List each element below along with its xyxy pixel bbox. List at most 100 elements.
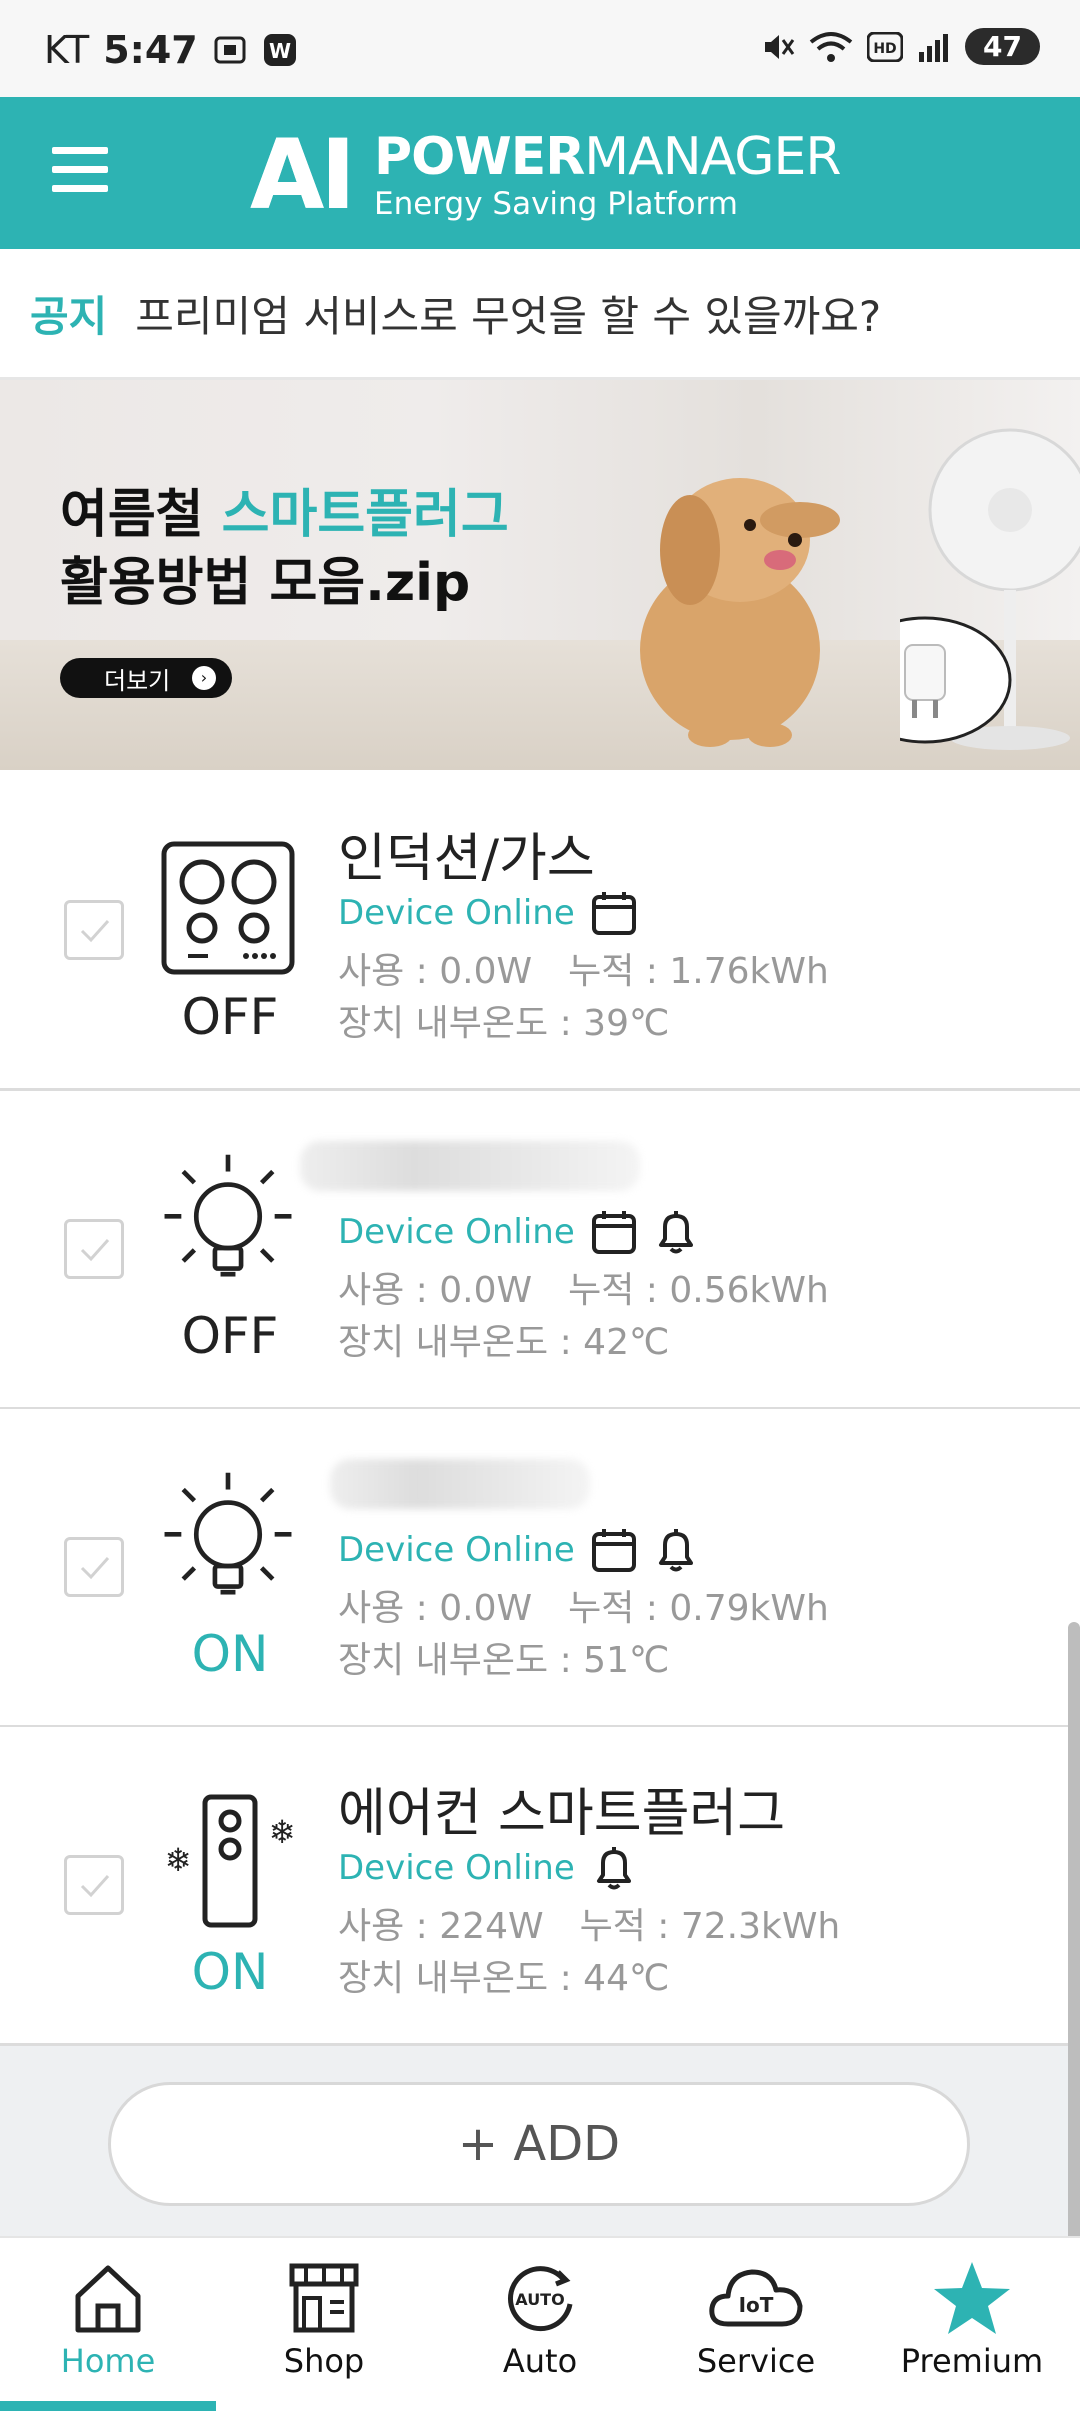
device-temperature: 장치 내부온도 : 42℃ (338, 1322, 670, 1363)
device-online-label: Device Online (338, 1212, 575, 1252)
device-usage-row: 사용 : 0.0W 누적 : 1.76kWh (338, 942, 865, 994)
light-bulb-icon (164, 1154, 292, 1277)
svg-text:W: W (269, 39, 291, 63)
device-power-state[interactable]: ON (130, 1625, 330, 1683)
logo-power: POWER (374, 126, 585, 187)
battery-indicator: 47 (965, 28, 1040, 65)
device-checkbox[interactable] (64, 1219, 124, 1279)
banner-headline-2: 활용방법 모음.zip (60, 553, 471, 613)
device-status-row: Device Online (338, 1845, 637, 1891)
device-card[interactable]: ON Device Online 사용 : 0.0W 누적 : 0.79kWh 장… (0, 1409, 1080, 1728)
signal-icon (919, 33, 949, 62)
air-conditioner-remote-icon: ❄ ❄ (165, 1794, 296, 1928)
device-online-label: Device Online (338, 1848, 575, 1888)
light-bulb-icon (164, 1472, 292, 1595)
device-checkbox[interactable] (64, 1537, 124, 1597)
device-status-row: Device Online (338, 890, 637, 936)
device-card[interactable]: OFF Device Online 사용 : 0.0W 누적 : 0.56kWh … (0, 1091, 1080, 1410)
bell-icon[interactable] (653, 1209, 699, 1255)
hamburger-menu-button[interactable] (52, 147, 108, 195)
add-device-button[interactable]: + ADD (108, 2082, 970, 2206)
nav-shop[interactable]: Shop (216, 2258, 432, 2380)
screenshot-icon (214, 36, 246, 64)
device-usage: 사용 : 0.0W (338, 1588, 533, 1629)
device-temperature: 장치 내부온도 : 51℃ (338, 1640, 670, 1681)
nav-home[interactable]: Home (0, 2258, 216, 2380)
scrollbar[interactable] (1068, 1622, 1080, 2312)
device-status-row: Device Online (338, 1209, 699, 1255)
device-name: 에어컨 스마트플러그 (338, 1784, 786, 1844)
menu-icon (52, 147, 108, 154)
active-tab-indicator (0, 2401, 216, 2411)
shop-icon (289, 2263, 359, 2333)
device-cumulative: 누적 : 72.3kWh (579, 1906, 841, 1947)
calendar-icon[interactable] (591, 1527, 637, 1573)
device-card[interactable]: ❄ ❄ ON 에어컨 스마트플러그 Device Online 사용 : 224… (0, 1727, 1080, 2046)
carrier-label: KT (44, 28, 90, 72)
nav-auto[interactable]: AUTO Auto (432, 2258, 648, 2380)
device-cumulative: 누적 : 0.56kWh (568, 1270, 829, 1311)
induction-cooktop-icon (161, 841, 295, 975)
fan-and-plug-illustration (900, 428, 1080, 750)
logo-wordmark: POWERMANAGER Energy Saving Platform (374, 131, 842, 222)
device-temperature: 장치 내부온도 : 39℃ (338, 1003, 670, 1044)
wifi-icon (809, 31, 853, 62)
svg-text:❄: ❄ (165, 1841, 192, 1879)
device-power-state[interactable]: OFF (130, 988, 330, 1046)
svg-text:HD: HD (873, 41, 896, 57)
status-bar-right: HD 47 (761, 28, 1040, 65)
check-icon (80, 1556, 110, 1580)
nav-home-label: Home (60, 2342, 156, 2380)
svg-text:IoT: IoT (739, 2293, 774, 2317)
device-cumulative: 누적 : 0.79kWh (568, 1588, 829, 1629)
device-power-state[interactable]: OFF (130, 1307, 330, 1365)
calendar-icon[interactable] (591, 1209, 637, 1255)
banner-headline-prefix: 여름철 (60, 485, 204, 545)
status-bar-left: KT 5:47 W (44, 28, 298, 72)
logo-subtitle: Energy Saving Platform (374, 185, 738, 222)
device-status-row: Device Online (338, 1527, 699, 1573)
add-area: + ADD (0, 2046, 1080, 2236)
banner-more-label: 더보기 (104, 666, 171, 695)
clock: 5:47 (103, 28, 198, 72)
device-checkbox[interactable] (64, 900, 124, 960)
menu-icon-bar (52, 166, 108, 173)
app-header: AI POWERMANAGER Energy Saving Platform (0, 97, 1080, 249)
device-usage: 사용 : 0.0W (338, 951, 533, 992)
app-w-icon: W (263, 34, 296, 66)
nav-premium-label: Premium (900, 2342, 1044, 2380)
banner-more-button[interactable]: 더보기 › (60, 658, 232, 698)
auto-icon: AUTO (508, 2266, 573, 2332)
device-temperature: 장치 내부온도 : 44℃ (338, 1958, 670, 1999)
device-usage-row: 사용 : 0.0W 누적 : 0.56kWh (338, 1261, 865, 1313)
home-icon (75, 2265, 141, 2333)
mute-icon (765, 34, 795, 59)
redacted-device-name (300, 1141, 640, 1191)
check-icon (80, 1238, 110, 1262)
device-usage: 사용 : 224W (338, 1906, 544, 1947)
nav-service[interactable]: IoT Service (648, 2258, 864, 2380)
svg-text:❄: ❄ (269, 1813, 296, 1851)
bell-icon[interactable] (591, 1845, 637, 1891)
device-cumulative: 누적 : 1.76kWh (568, 951, 829, 992)
notice-bar[interactable]: 공지 프리미엄 서비스로 무엇을 할 수 있을까요? (0, 249, 1080, 380)
chevron-right-icon: › (192, 666, 216, 690)
app-logo: AI POWERMANAGER Energy Saving Platform (250, 119, 842, 231)
nav-shop-label: Shop (283, 2342, 365, 2380)
bell-icon[interactable] (653, 1527, 699, 1573)
promo-banner[interactable]: 여름철 스마트플러그 활용방법 모음.zip 더보기 › (0, 380, 1080, 770)
device-power-state[interactable]: ON (130, 1943, 330, 2001)
banner-headline-1: 여름철 스마트플러그 (60, 472, 509, 547)
calendar-icon[interactable] (591, 890, 637, 936)
device-checkbox[interactable] (64, 1855, 124, 1915)
notice-text: 프리미엄 서비스로 무엇을 할 수 있을까요? (135, 291, 882, 341)
device-name: 인덕션/가스 (338, 829, 595, 889)
redacted-device-name (330, 1459, 590, 1509)
svg-text:AUTO: AUTO (515, 2290, 564, 2309)
logo-ai-mark: AI (250, 119, 356, 231)
nav-premium[interactable]: Premium (864, 2258, 1080, 2380)
device-usage-row: 사용 : 0.0W 누적 : 0.79kWh (338, 1579, 865, 1631)
notice-tag: 공지 (30, 291, 108, 341)
device-card[interactable]: OFF 인덕션/가스 Device Online 사용 : 0.0W 누적 : 1… (0, 772, 1080, 1091)
menu-icon-bar (52, 185, 108, 192)
